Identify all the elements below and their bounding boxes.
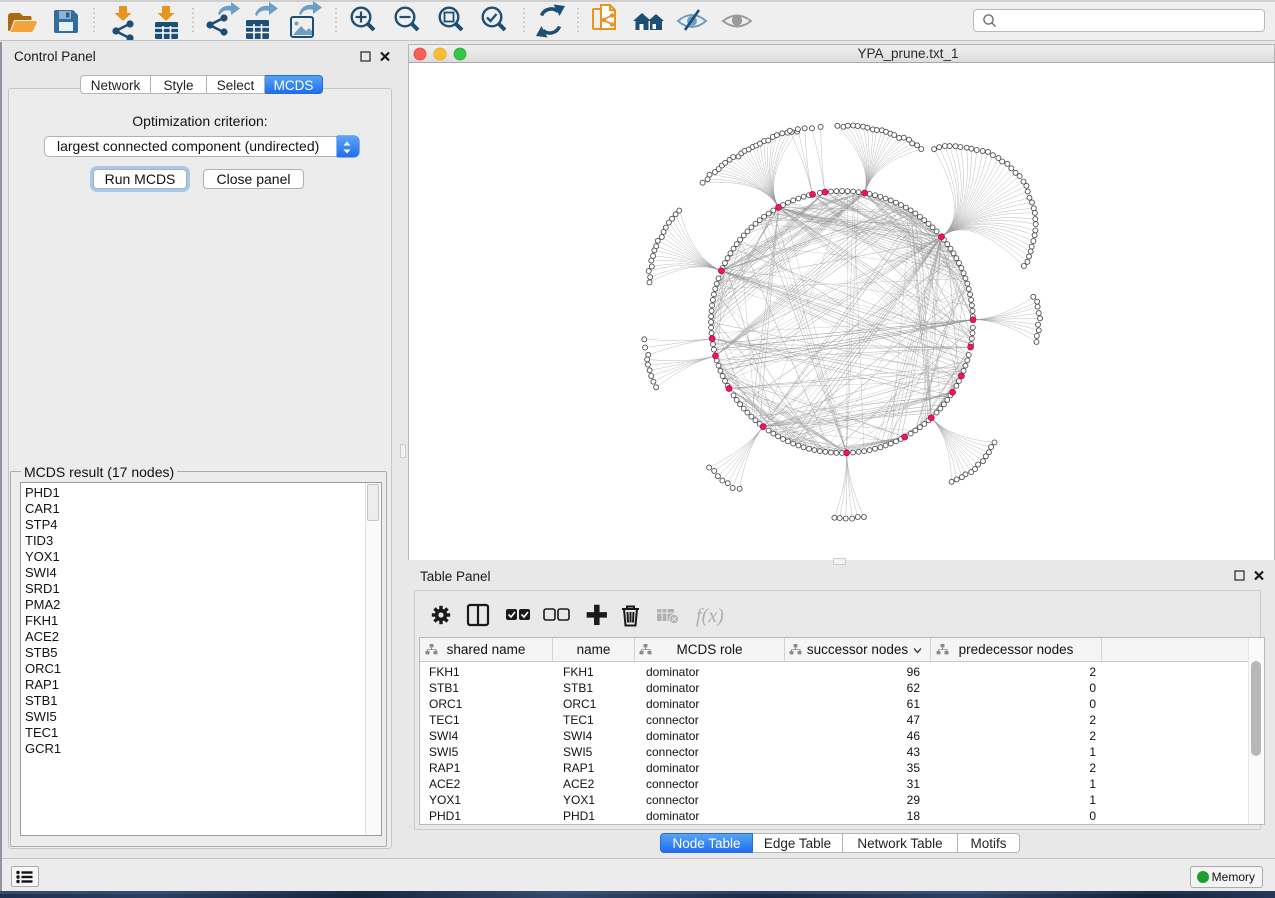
svg-text:f(x): f(x) xyxy=(696,605,724,627)
